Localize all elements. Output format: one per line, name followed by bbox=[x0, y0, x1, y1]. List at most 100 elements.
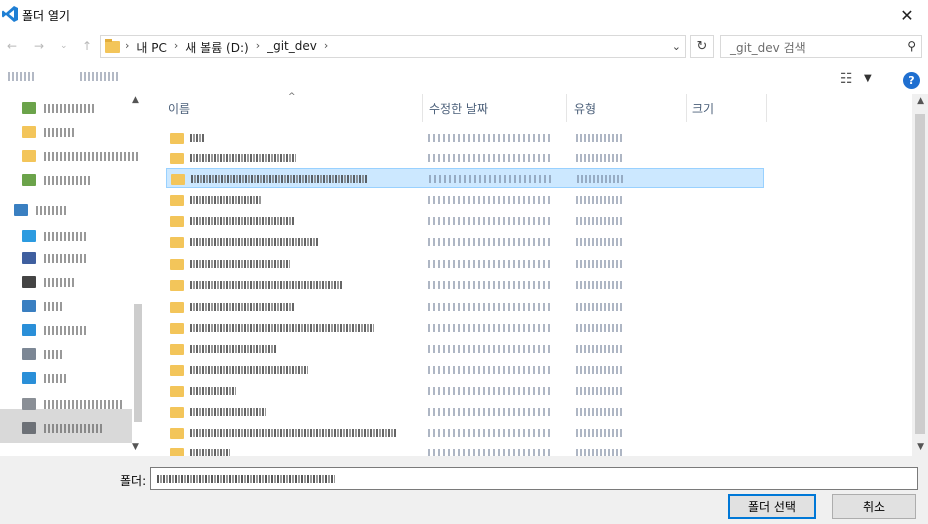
back-button[interactable]: ← bbox=[7, 39, 17, 53]
sidebar-item[interactable] bbox=[22, 346, 64, 362]
recent-dropdown[interactable]: ⌄ bbox=[60, 41, 68, 51]
folder-icon bbox=[170, 302, 184, 313]
sidebar-item[interactable] bbox=[22, 228, 88, 244]
organize-menu[interactable] bbox=[8, 72, 36, 81]
folder-icon bbox=[170, 386, 184, 397]
view-options-icon[interactable]: ☷ bbox=[840, 71, 853, 87]
table-row[interactable] bbox=[166, 128, 764, 148]
folder-icon bbox=[170, 216, 184, 227]
cancel-button[interactable]: 취소 bbox=[832, 494, 916, 519]
window-title: 폴더 열기 bbox=[22, 9, 70, 23]
folder-icon bbox=[170, 133, 184, 144]
scroll-up-icon[interactable]: ▲ bbox=[917, 96, 924, 106]
address-dropdown-icon[interactable]: ⌄ bbox=[672, 40, 681, 53]
chevron-right-icon: › bbox=[125, 39, 130, 52]
refresh-icon: ↻ bbox=[696, 39, 708, 54]
sidebar-item[interactable] bbox=[22, 396, 124, 412]
search-placeholder: _git_dev 검색 bbox=[730, 41, 806, 55]
sidebar-item[interactable] bbox=[22, 124, 74, 140]
search-input[interactable]: _git_dev 검색 ⚲ bbox=[720, 35, 922, 58]
up-button[interactable]: ↑ bbox=[82, 39, 92, 53]
folder-icon bbox=[170, 344, 184, 355]
sidebar-scrollbar-thumb[interactable] bbox=[134, 304, 142, 422]
folder-icon bbox=[22, 126, 36, 138]
computer-icon bbox=[14, 204, 28, 216]
document-icon bbox=[22, 252, 36, 264]
table-row-selected[interactable] bbox=[166, 168, 764, 188]
sidebar-item[interactable] bbox=[22, 298, 64, 314]
desktop-icon bbox=[22, 324, 36, 336]
chevron-right-icon: › bbox=[323, 39, 329, 52]
folder-icon bbox=[170, 195, 184, 206]
breadcrumb-item-this-pc[interactable]: 내 PC bbox=[136, 39, 166, 56]
breadcrumb-item-volume[interactable]: 새 볼륨 (D:) bbox=[185, 39, 248, 56]
help-icon[interactable]: ? bbox=[903, 72, 920, 89]
navigation-bar: ← → ⌄ ↑ › 내 PC › 새 볼륨 (D:) › _git_dev › … bbox=[0, 30, 928, 64]
sidebar-item[interactable] bbox=[22, 100, 96, 116]
sidebar-item[interactable] bbox=[22, 322, 88, 338]
breadcrumb: › 내 PC › 새 볼륨 (D:) › _git_dev › bbox=[125, 39, 328, 56]
folder-label: 폴더: bbox=[120, 474, 147, 488]
close-button[interactable]: ✕ bbox=[886, 0, 928, 30]
table-row[interactable] bbox=[166, 381, 764, 401]
folder-icon bbox=[171, 174, 185, 185]
file-list-scrollbar-thumb[interactable] bbox=[915, 114, 925, 434]
title-bar: 폴더 열기 ✕ bbox=[0, 0, 928, 30]
column-header-size[interactable]: 크기 bbox=[692, 100, 714, 117]
sidebar-item[interactable] bbox=[22, 274, 74, 290]
folder-icon bbox=[170, 323, 184, 334]
table-row[interactable] bbox=[166, 254, 764, 274]
table-row[interactable] bbox=[166, 423, 764, 443]
folder-icon bbox=[170, 280, 184, 291]
vscode-icon bbox=[2, 6, 18, 22]
folder-icon bbox=[170, 407, 184, 418]
folder-icon bbox=[170, 259, 184, 270]
scroll-down-icon[interactable]: ▼ bbox=[132, 442, 139, 452]
table-row[interactable] bbox=[166, 190, 764, 210]
folder-icon bbox=[170, 448, 184, 456]
forward-button[interactable]: → bbox=[34, 39, 44, 53]
sidebar-item[interactable] bbox=[22, 370, 66, 386]
folder-icon bbox=[105, 39, 120, 53]
sidebar-item[interactable] bbox=[22, 148, 140, 164]
breadcrumb-item-git-dev[interactable]: _git_dev bbox=[267, 39, 317, 56]
column-header-date[interactable]: 수정한 날짜 bbox=[429, 100, 488, 117]
table-row[interactable] bbox=[166, 318, 764, 338]
table-row[interactable] bbox=[166, 402, 764, 422]
scroll-down-icon[interactable]: ▼ bbox=[917, 442, 924, 452]
chevron-right-icon: › bbox=[255, 39, 261, 52]
video-icon bbox=[22, 276, 36, 288]
column-header-type[interactable]: 유형 bbox=[574, 100, 596, 117]
new-folder-button[interactable] bbox=[80, 72, 120, 81]
table-row[interactable] bbox=[166, 360, 764, 380]
table-row[interactable] bbox=[166, 148, 764, 168]
table-row[interactable] bbox=[166, 232, 764, 252]
table-row[interactable] bbox=[166, 339, 764, 359]
refresh-button[interactable]: ↻ bbox=[690, 35, 714, 58]
address-bar[interactable]: › 내 PC › 새 볼륨 (D:) › _git_dev › ⌄ bbox=[100, 35, 686, 58]
scroll-up-icon[interactable]: ▲ bbox=[132, 95, 139, 105]
file-list: ^ 이름 수정한 날짜 유형 크기 ▲ ▼ bbox=[146, 92, 928, 456]
folder-icon bbox=[22, 174, 36, 186]
drive-icon bbox=[22, 398, 36, 410]
folder-name-field[interactable] bbox=[150, 467, 918, 490]
folder-name-value bbox=[157, 475, 335, 483]
navigation-pane: ▲ ▼ bbox=[0, 94, 146, 456]
sidebar-item[interactable] bbox=[22, 250, 86, 266]
table-row[interactable] bbox=[166, 275, 764, 295]
table-row[interactable] bbox=[166, 211, 764, 231]
sidebar-item[interactable] bbox=[22, 172, 90, 188]
folder-icon bbox=[170, 237, 184, 248]
file-list-scrollbar[interactable]: ▲ ▼ bbox=[912, 94, 928, 456]
music-icon bbox=[22, 372, 36, 384]
table-row[interactable] bbox=[166, 297, 764, 317]
column-header-name[interactable]: 이름 bbox=[168, 100, 190, 117]
sidebar-item-this-pc[interactable] bbox=[14, 202, 66, 218]
select-folder-button[interactable]: 폴더 선택 bbox=[728, 494, 816, 519]
download-icon bbox=[22, 300, 36, 312]
pictures-icon bbox=[22, 348, 36, 360]
sidebar-item-volume-d[interactable] bbox=[22, 420, 102, 436]
table-row[interactable] bbox=[166, 443, 764, 456]
objects-icon bbox=[22, 230, 36, 242]
view-dropdown-icon[interactable]: ▼ bbox=[864, 73, 872, 84]
